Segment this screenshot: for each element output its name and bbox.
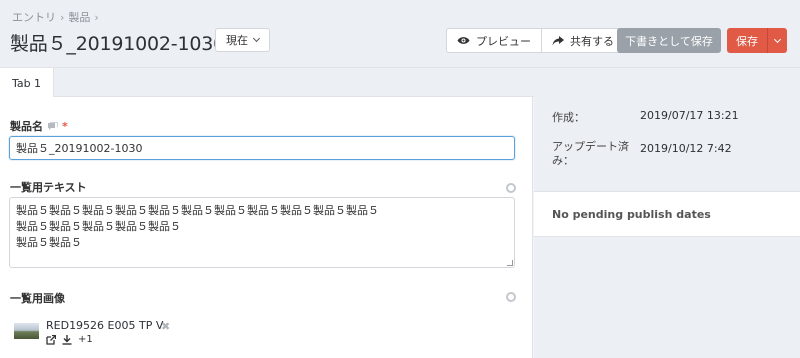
breadcrumb-item-products[interactable]: 製品 [68,9,90,25]
image-thumbnail[interactable] [14,323,39,339]
breadcrumb-item-entries[interactable]: エントリ [12,9,56,25]
additional-count[interactable]: +1 [78,334,93,345]
product-name-input[interactable]: 製品５_20191002-1030 [9,136,515,160]
save-options-dropdown[interactable] [767,28,787,53]
updated-value: 2019/10/12 7:42 [640,142,732,155]
download-icon[interactable] [62,334,72,345]
created-value: 2019/07/17 13:21 [640,109,739,122]
summary-textarea[interactable]: 製品５製品５製品５製品５製品５製品５製品５製品５製品５製品５製品５ 製品５製品５… [9,197,515,268]
gear-icon[interactable] [506,183,516,193]
share-button[interactable]: 共有する [541,29,624,52]
created-label: 作成： [552,111,585,124]
pending-publish-dates: No pending publish dates [534,191,800,237]
breadcrumb-separator-icon: › [60,10,65,24]
save-draft-button[interactable]: 下書きとして保存 [617,28,721,53]
version-label: 現在 [226,34,248,47]
share-icon [552,35,564,45]
remove-icon[interactable]: ✖ [161,320,170,333]
chevron-down-icon [773,35,782,43]
preview-button[interactable]: プレビュー [447,29,541,52]
image-actions: +1 [46,334,93,345]
page-header: エントリ › 製品 › 製品５_20191002-1030 現在 プレビュー 共… [0,0,800,68]
summary-text-label-text: 一覧用テキスト [10,181,87,194]
required-indicator: * [62,119,68,133]
list-image-label: 一覧用画像 [10,290,65,306]
preview-share-group: プレビュー 共有する [446,28,625,53]
updated-label: アップデート済み： [552,140,629,167]
external-link-icon[interactable] [46,334,56,345]
resize-handle-icon[interactable] [507,260,513,266]
image-asset-item: RED19526 E005 TP V ✖ +1 [14,319,314,349]
comment-icon[interactable] [47,121,58,131]
image-file-name[interactable]: RED19526 E005 TP V [46,319,163,332]
version-dropdown[interactable]: 現在 [215,28,270,52]
gear-icon[interactable] [506,292,516,302]
save-button[interactable]: 保存 [727,28,767,53]
share-label: 共有する [570,34,614,48]
breadcrumb-separator-icon: › [94,10,99,24]
breadcrumb: エントリ › 製品 › [12,9,99,25]
list-image-label-text: 一覧用画像 [10,292,65,305]
product-name-label-text: 製品名 [10,120,43,133]
edit-form: 製品名 * 製品５_20191002-1030 一覧用テキスト 製品５製品５製品… [0,97,533,358]
page-title: 製品５_20191002-1030 [10,33,226,55]
tab-1[interactable]: Tab 1 [0,68,54,98]
summary-text-label: 一覧用テキスト [10,179,87,195]
meta-sidebar: 作成： 2019/07/17 13:21 アップデート済み： 2019/10/1… [534,87,800,358]
product-name-label: 製品名 * [10,118,68,134]
chevron-down-icon [252,34,261,43]
eye-icon [457,37,470,44]
preview-label: プレビュー [476,34,531,48]
